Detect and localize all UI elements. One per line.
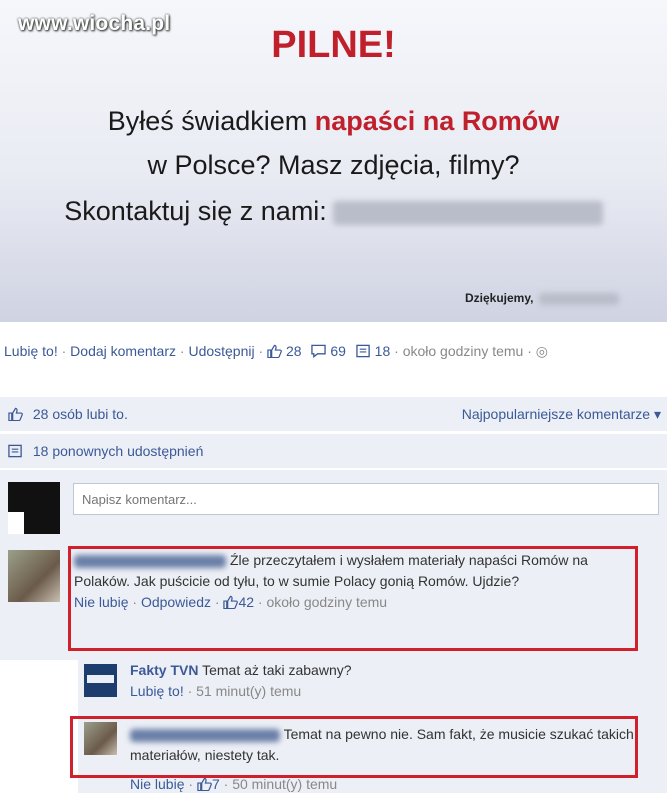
blurred-email [332,200,603,225]
reply-meta: Lubię to! · 51 minut(y) temu [130,683,302,699]
banner-line-3: Skontaktuj się z nami: [0,196,667,227]
likes-summary-text[interactable]: 28 osób lubi to. [33,406,128,422]
banner-thanks-text: Dziękujemy, [465,291,534,305]
share-link[interactable]: Udostępnij [188,343,254,359]
thumbs-up-icon [8,407,23,421]
shares-count[interactable]: 18 [375,343,391,359]
banner-thanks: Dziękujemy, [465,291,620,305]
promo-banner-image: www.wiocha.pl PILNE! Byłeś świadkiem nap… [0,0,667,322]
reply-author[interactable]: Fakty TVN [130,662,198,678]
shares-summary-row: 18 ponownych udostępnień [0,434,667,468]
banner-line-1: Byłeś świadkiem napaści na Romów [0,106,667,137]
banner-line-2: w Polsce? Masz zdjęcia, filmy? [147,150,520,180]
highlight-box [68,546,638,651]
comment-sort-dropdown[interactable]: Najpopularniejsze komentarze ▾ [462,397,661,431]
shares-summary-text[interactable]: 18 ponownych udostępnień [33,443,203,459]
avatar [8,482,60,534]
avatar[interactable] [84,664,117,697]
reply-timestamp[interactable]: 50 minut(y) temu [232,776,337,792]
comment-composer [0,470,667,540]
likes-summary-row: 28 osób lubi to. Najpopularniejsze komen… [0,397,667,431]
like-link[interactable]: Lubię to! [130,683,184,699]
thumbs-up-icon [197,777,212,791]
comment-input[interactable] [73,483,659,515]
reply-body: Fakty TVN Temat aż taki zabawny? Lubię t… [130,660,650,702]
thumbs-up-icon [267,344,282,358]
highlight-box [70,716,638,778]
share-icon [356,344,370,358]
banner-line-1-highlight: napaści na Romów [314,106,560,136]
banner-line-1-start: Byłeś świadkiem [107,106,315,136]
globe-icon: ◎ [535,343,549,359]
unlike-link[interactable]: Nie lubię [130,776,184,792]
comment-bubble-icon [311,344,327,358]
comments-count[interactable]: 69 [330,343,346,359]
separator-dot: · [258,343,268,359]
separator-dot: · [527,343,536,359]
separator-dot: · [394,343,403,359]
share-icon [8,444,22,458]
blurred-signature [539,292,620,305]
banner-headline: PILNE! [271,24,396,66]
reply-meta: Nie lubię · 7 · 50 minut(y) temu [130,776,338,792]
like-link[interactable]: Lubię to! [4,343,58,359]
reply-likes-count[interactable]: 7 [212,776,220,792]
add-comment-link[interactable]: Dodaj komentarz [70,343,176,359]
reply-text: Temat aż taki zabawny? [202,662,352,678]
reply-item: Fakty TVN Temat aż taki zabawny? Lubię t… [78,658,667,710]
separator-dot: · [61,343,71,359]
likes-count[interactable]: 28 [286,343,302,359]
banner-contact-label: Skontaktuj się z nami: [64,196,327,226]
post-action-bar: Lubię to! · Dodaj komentarz · Udostępnij… [4,340,664,362]
post-timestamp[interactable]: około godziny temu [403,343,524,359]
avatar[interactable] [8,550,60,602]
reply-timestamp[interactable]: 51 minut(y) temu [196,683,301,699]
